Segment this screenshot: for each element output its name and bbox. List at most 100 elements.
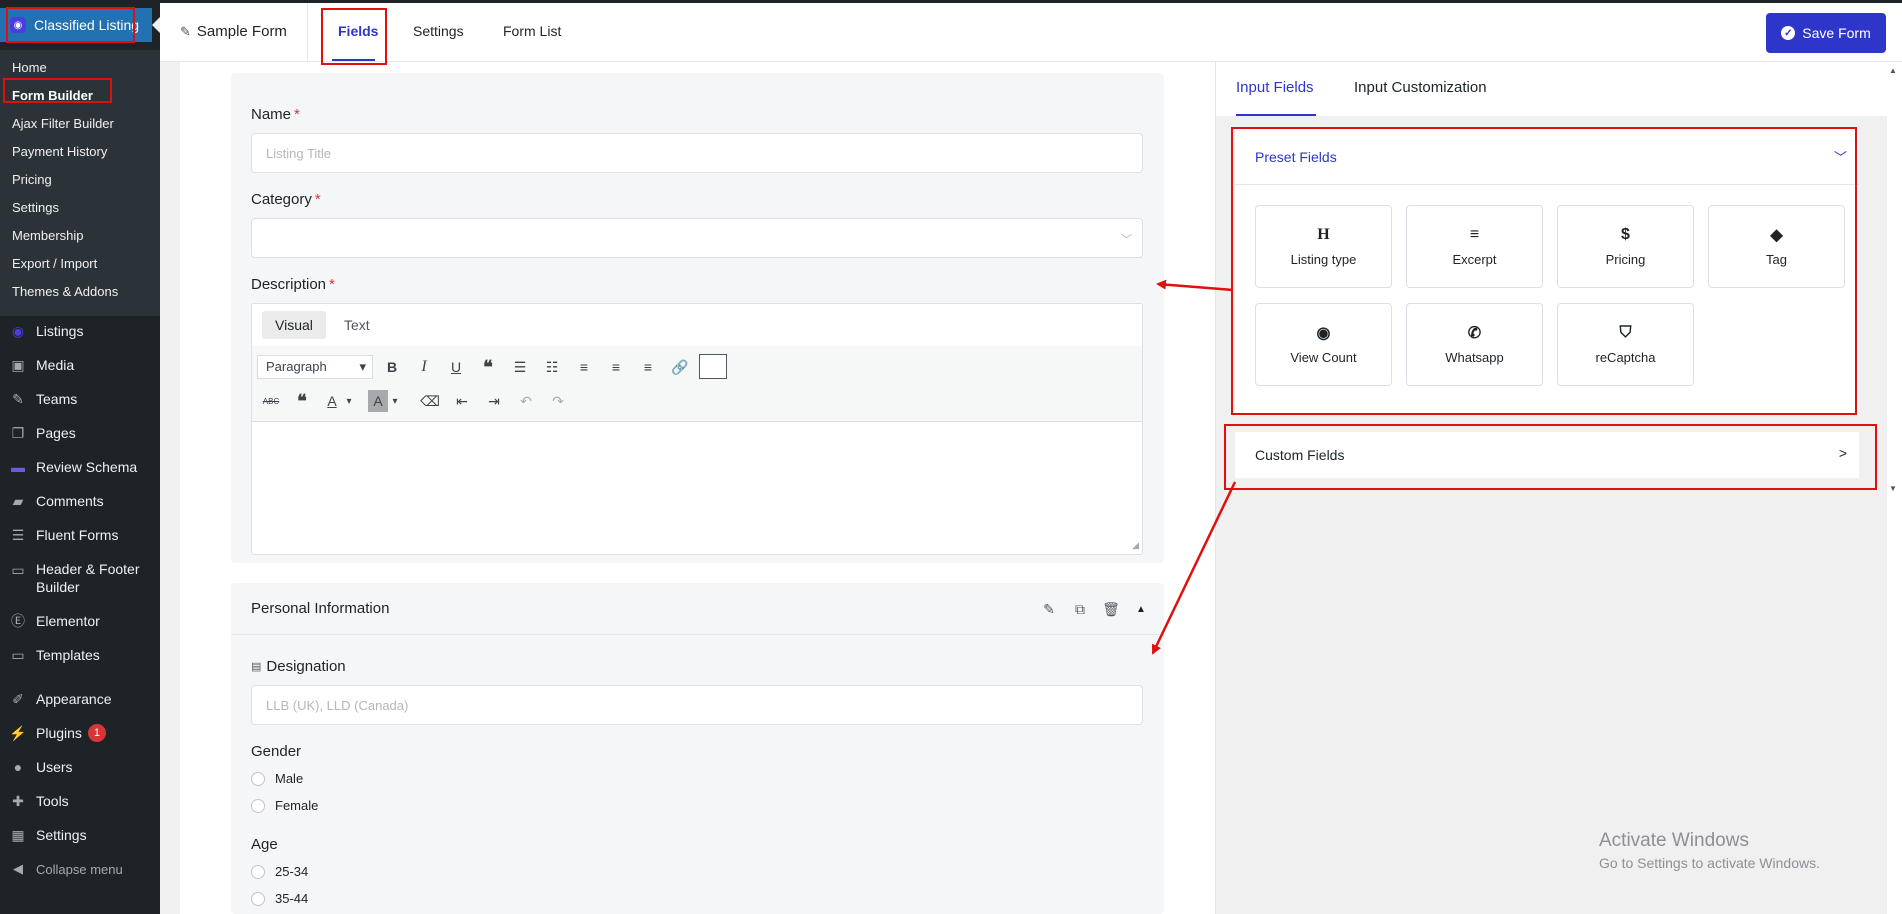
submenu-home[interactable]: Home [0, 54, 160, 82]
collapse-arrow-icon[interactable]: ▲ [1131, 599, 1151, 619]
editor-tab-text[interactable]: Text [331, 311, 383, 339]
custom-fields-group[interactable]: Custom Fields > [1235, 432, 1859, 478]
menu-item-pages[interactable]: ❐ Pages [0, 416, 160, 450]
text-color-icon[interactable]: A [322, 390, 342, 412]
save-form-label: Save Form [1802, 25, 1871, 41]
chevron-down-icon[interactable]: ▾ [390, 390, 400, 412]
undo-icon[interactable]: ↶ [516, 390, 536, 412]
schema-icon: ▬ [11, 459, 25, 475]
link-icon[interactable]: 🔗 [670, 356, 690, 378]
designation-input[interactable]: LLB (UK), LLD (Canada) [251, 685, 1143, 725]
editor-tab-visual[interactable]: Visual [262, 311, 326, 339]
menu-item-users[interactable]: ● Users [0, 750, 160, 784]
tile-label: Whatsapp [1445, 350, 1504, 365]
strikethrough-icon[interactable]: ABC [260, 390, 282, 412]
indent-icon[interactable]: ⇥ [484, 390, 504, 412]
tab-input-fields[interactable]: Input Fields [1236, 79, 1314, 96]
menu-item-header-footer-builder[interactable]: ▭ Header & Footer Builder [0, 552, 160, 604]
menu-item-templates[interactable]: ▭ Templates [0, 638, 160, 672]
toolbar-toggle-button[interactable] [699, 354, 727, 379]
numbered-list-icon[interactable]: ☷ [542, 356, 562, 378]
menu-item-comments[interactable]: ▰ Comments [0, 484, 160, 518]
preset-field-tag[interactable]: ◆ Tag [1708, 205, 1845, 288]
submenu-membership[interactable]: Membership [0, 222, 160, 250]
preset-field-excerpt[interactable]: ≡ Excerpt [1406, 205, 1543, 288]
blockquote-icon[interactable]: ❝ [478, 356, 498, 378]
align-right-icon[interactable]: ≡ [638, 356, 658, 378]
age-option-35-44[interactable]: 35-44 [251, 891, 308, 906]
menu-item-settings[interactable]: ▦ Settings [0, 818, 160, 852]
menu-item-teams[interactable]: ✎ Teams [0, 382, 160, 416]
scroll-down-icon[interactable]: ▼ [1889, 484, 1897, 493]
chevron-down-icon[interactable]: ▾ [344, 390, 354, 412]
radio-label: 35-44 [275, 891, 309, 906]
menu-item-review-schema[interactable]: ▬ Review Schema [0, 450, 160, 484]
submenu-form-builder[interactable]: Form Builder [0, 82, 160, 110]
menu-label: Tools [36, 793, 69, 809]
trash-icon[interactable]: 🗑 [1101, 599, 1121, 619]
submenu-export-import[interactable]: Export / Import [0, 250, 160, 278]
tab-fields[interactable]: Fields [338, 23, 378, 39]
scroll-up-icon[interactable]: ▲ [1889, 66, 1897, 75]
tab-settings[interactable]: Settings [413, 23, 464, 39]
menu-label: Comments [36, 493, 104, 509]
menu-item-appearance[interactable]: ✐ Appearance [0, 682, 160, 716]
editor-toolbar: Paragraph B I U ❝ ☰ ☷ ≡ ≡ ≡ 🔗 ABC ❝ A ▾ … [252, 346, 1142, 422]
menu-label: Appearance [36, 691, 112, 707]
menu-item-tools[interactable]: ✚ Tools [0, 784, 160, 818]
admin-sidebar: ◉ Classified Listing Home Form Builder A… [0, 0, 160, 914]
underline-icon[interactable]: U [446, 356, 466, 378]
form-name-label: Sample Form [196, 23, 287, 40]
tab-form-list[interactable]: Form List [503, 23, 561, 39]
category-select[interactable]: ﹀ [251, 218, 1143, 258]
quote-icon[interactable]: ❝ [292, 390, 312, 412]
clear-formatting-icon[interactable]: ⌫ [420, 390, 440, 412]
chevron-right-icon: > [1838, 445, 1847, 461]
submenu-payment-history[interactable]: Payment History [0, 138, 160, 166]
preset-fields-header[interactable]: Preset Fields ﹀ [1235, 129, 1859, 185]
check-circle-icon: ✓ [1781, 26, 1796, 40]
paragraph-format-select[interactable]: Paragraph [257, 355, 373, 379]
tab-input-customization[interactable]: Input Customization [1354, 79, 1487, 96]
menu-item-plugins[interactable]: ⚡ Plugins 1 [0, 716, 160, 750]
submenu-ajax-filter-builder[interactable]: Ajax Filter Builder [0, 110, 160, 138]
submenu-settings[interactable]: Settings [0, 194, 160, 222]
preset-field-listing-type[interactable]: H Listing type [1255, 205, 1392, 288]
field-type-icon: ▤ [251, 661, 262, 673]
preset-field-view-count[interactable]: ◉ View Count [1255, 303, 1392, 386]
sidebar-item-classified-listing[interactable]: ◉ Classified Listing [0, 8, 160, 42]
outdent-icon[interactable]: ⇤ [452, 390, 472, 412]
resize-handle-icon[interactable]: ◢ [1132, 540, 1139, 551]
redo-icon[interactable]: ↷ [548, 390, 568, 412]
submenu-themes-addons[interactable]: Themes & Addons [0, 278, 160, 306]
name-input[interactable]: Listing Title [251, 133, 1143, 173]
gender-option-female[interactable]: Female [251, 798, 318, 813]
align-left-icon[interactable]: ≡ [574, 356, 594, 378]
tile-label: Tag [1766, 252, 1787, 267]
bullet-list-icon[interactable]: ☰ [510, 356, 530, 378]
menu-item-elementor[interactable]: Ⓔ Elementor [0, 604, 160, 638]
editor-content-area[interactable] [252, 422, 1142, 536]
form-name[interactable]: ✎ Sample Form [180, 23, 287, 40]
age-option-25-34[interactable]: 25-34 [251, 864, 308, 879]
duplicate-icon[interactable]: ⧉ [1070, 599, 1090, 619]
menu-item-fluent-forms[interactable]: ☰ Fluent Forms [0, 518, 160, 552]
collapse-menu-button[interactable]: ◀ Collapse menu [0, 852, 160, 886]
tile-label: reCaptcha [1595, 350, 1656, 365]
menu-item-media[interactable]: ▣ Media [0, 348, 160, 382]
preset-field-pricing[interactable]: $ Pricing [1557, 205, 1694, 288]
menu-label: Media [36, 357, 75, 373]
save-form-button[interactable]: ✓ Save Form [1766, 13, 1886, 53]
background-color-icon[interactable]: A [368, 390, 388, 412]
gender-option-male[interactable]: Male [251, 771, 303, 786]
bold-icon[interactable]: B [382, 356, 402, 378]
submenu-pricing[interactable]: Pricing [0, 166, 160, 194]
pencil-icon: ✎ [180, 23, 191, 39]
italic-icon[interactable]: I [414, 356, 434, 378]
menu-item-listings[interactable]: ◉ Listings [0, 314, 160, 348]
collapse-icon: ◀ [13, 861, 23, 876]
preset-field-recaptcha[interactable]: ⛉ reCaptcha [1557, 303, 1694, 386]
align-center-icon[interactable]: ≡ [606, 356, 626, 378]
preset-field-whatsapp[interactable]: ✆ Whatsapp [1406, 303, 1543, 386]
edit-icon[interactable]: ✎ [1039, 599, 1059, 619]
